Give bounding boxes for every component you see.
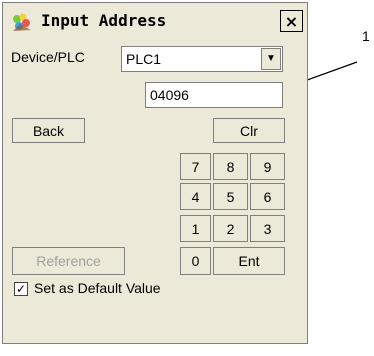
- keypad-key-7[interactable]: 7: [180, 153, 211, 180]
- keypad-key-2[interactable]: 2: [213, 215, 248, 242]
- default-value-checkbox-label: Set as Default Value: [34, 280, 161, 296]
- chevron-down-icon: ▼: [266, 53, 276, 64]
- window-title: Input Address: [41, 11, 167, 30]
- input-address-dialog: Input Address × Device/PLC PLC1 ▼ 04096 …: [2, 2, 308, 344]
- keypad-key-9[interactable]: 9: [250, 153, 285, 180]
- default-value-checkbox[interactable]: ✓: [14, 282, 28, 296]
- keypad-key-6[interactable]: 6: [250, 183, 285, 210]
- check-icon: ✓: [15, 282, 27, 296]
- keypad-key-5[interactable]: 5: [213, 183, 248, 210]
- address-input[interactable]: 04096: [145, 82, 283, 108]
- device-plc-value: PLC1: [126, 51, 162, 67]
- close-button[interactable]: ×: [280, 10, 303, 32]
- enter-button[interactable]: Ent: [213, 247, 285, 275]
- keypad-key-3[interactable]: 3: [250, 215, 285, 242]
- address-input-app-icon: [13, 13, 31, 31]
- device-plc-label: Device/PLC: [11, 49, 85, 65]
- keypad-key-8[interactable]: 8: [213, 153, 248, 180]
- device-plc-dropdown-button[interactable]: ▼: [261, 48, 281, 70]
- close-icon: ×: [284, 11, 299, 31]
- address-value: 04096: [150, 87, 189, 103]
- back-button[interactable]: Back: [12, 118, 85, 143]
- keypad-key-0[interactable]: 0: [180, 247, 211, 275]
- keypad-key-4[interactable]: 4: [180, 183, 211, 210]
- title-bar[interactable]: Input Address ×: [3, 3, 307, 40]
- device-plc-select[interactable]: PLC1 ▼: [121, 46, 283, 72]
- callout-label: 1: [362, 28, 370, 44]
- reference-button[interactable]: Reference: [12, 247, 125, 275]
- keypad-key-1[interactable]: 1: [180, 215, 211, 242]
- clear-button[interactable]: Clr: [213, 118, 285, 143]
